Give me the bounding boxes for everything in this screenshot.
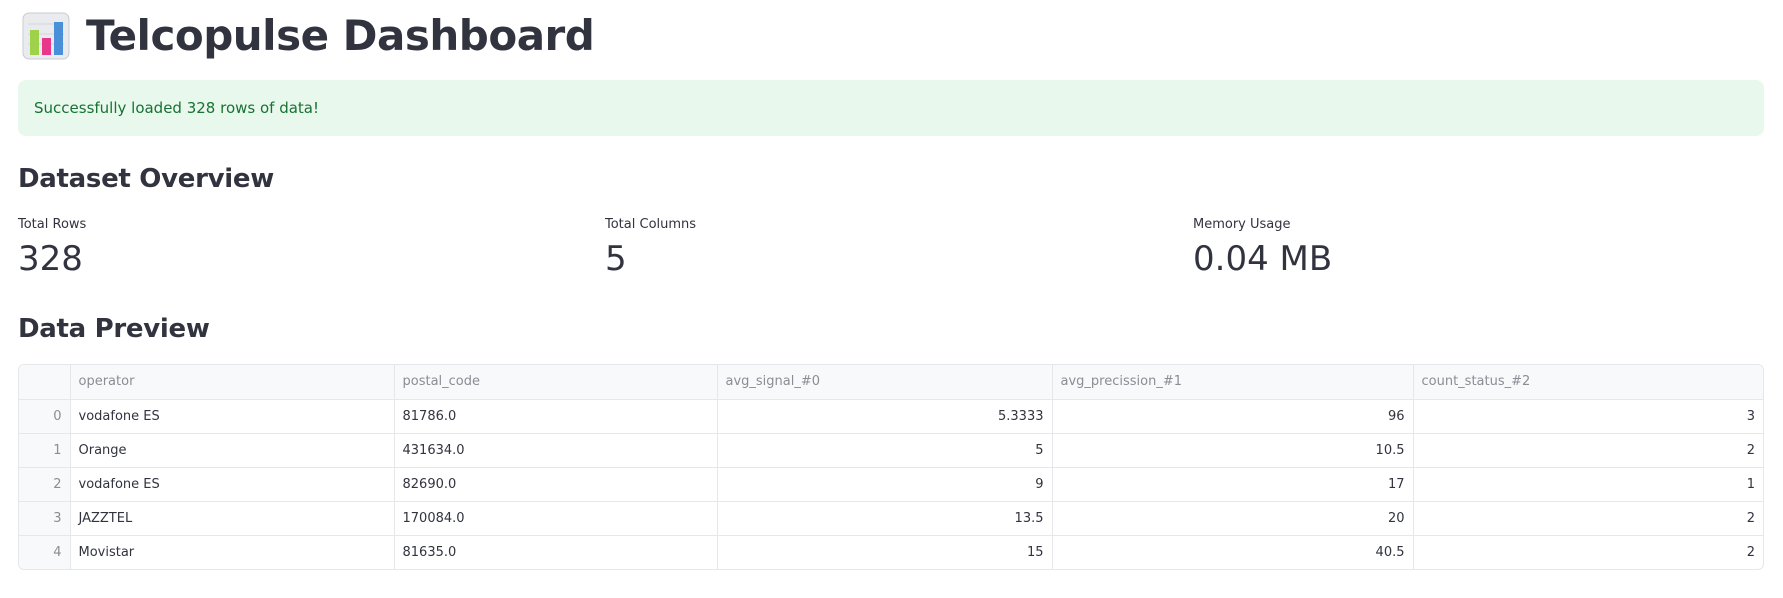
avg-precission-cell[interactable]: 20 <box>1052 501 1414 536</box>
column-header-count-status[interactable]: count_status_#2 <box>1413 365 1763 400</box>
count-status-cell[interactable]: 2 <box>1413 535 1763 569</box>
count-status-cell[interactable]: 3 <box>1413 399 1763 434</box>
row-index-cell[interactable]: 0 <box>19 399 71 434</box>
metric-label: Total Rows <box>18 217 87 232</box>
column-header-avg-precission[interactable]: avg_precission_#1 <box>1052 365 1414 400</box>
postal-code-cell[interactable]: 170084.0 <box>394 501 718 536</box>
row-index-cell[interactable]: 3 <box>19 501 71 536</box>
metric-value: 0.04 MB <box>1193 239 1333 279</box>
avg-signal-cell[interactable]: 5.3333 <box>717 399 1053 434</box>
count-status-cell[interactable]: 2 <box>1413 433 1763 468</box>
operator-cell[interactable]: vodafone ES <box>70 399 395 434</box>
operator-cell[interactable]: Orange <box>70 433 395 468</box>
operator-cell[interactable]: Movistar <box>70 535 395 569</box>
dashboard-page: Telcopulse Dashboard Successfully loaded… <box>0 0 1783 598</box>
metric-value: 5 <box>605 239 627 279</box>
metric-label: Total Columns <box>605 217 697 232</box>
bar-chart-icon <box>22 12 70 60</box>
success-alert: Successfully loaded 328 rows of data! <box>18 80 1764 136</box>
avg-precission-cell[interactable]: 17 <box>1052 467 1414 502</box>
postal-code-cell[interactable]: 82690.0 <box>394 467 718 502</box>
avg-signal-cell[interactable]: 13.5 <box>717 501 1053 536</box>
postal-code-cell[interactable]: 81635.0 <box>394 535 718 569</box>
metric-value: 328 <box>18 239 83 279</box>
table-header-row: operator postal_code avg_signal_#0 avg_p… <box>19 365 1763 400</box>
postal-code-cell[interactable]: 431634.0 <box>394 433 718 468</box>
row-index-cell[interactable]: 1 <box>19 433 71 468</box>
column-header-postal-code[interactable]: postal_code <box>394 365 718 400</box>
column-header-operator[interactable]: operator <box>70 365 395 400</box>
operator-cell[interactable]: vodafone ES <box>70 467 395 502</box>
column-header-avg-signal[interactable]: avg_signal_#0 <box>717 365 1053 400</box>
page-title: Telcopulse Dashboard <box>86 11 595 60</box>
title-row: Telcopulse Dashboard <box>22 11 595 60</box>
table-row: 3 JAZZTEL 170084.0 13.5 20 2 <box>19 501 1763 536</box>
table-row: 0 vodafone ES 81786.0 5.3333 96 3 <box>19 399 1763 434</box>
table-row: 2 vodafone ES 82690.0 9 17 1 <box>19 467 1763 502</box>
success-alert-message: Successfully loaded 328 rows of data! <box>34 99 320 117</box>
data-preview-heading: Data Preview <box>18 314 210 344</box>
metric-label: Memory Usage <box>1193 217 1291 232</box>
metric-memory-usage: Memory Usage 0.04 MB <box>1193 216 1332 282</box>
metric-total-columns: Total Columns 5 <box>605 216 696 282</box>
postal-code-cell[interactable]: 81786.0 <box>394 399 718 434</box>
operator-cell[interactable]: JAZZTEL <box>70 501 395 536</box>
avg-precission-cell[interactable]: 10.5 <box>1052 433 1414 468</box>
column-header-index[interactable] <box>19 365 71 400</box>
count-status-cell[interactable]: 2 <box>1413 501 1763 536</box>
avg-precission-cell[interactable]: 40.5 <box>1052 535 1414 569</box>
avg-precission-cell[interactable]: 96 <box>1052 399 1414 434</box>
avg-signal-cell[interactable]: 5 <box>717 433 1053 468</box>
row-index-cell[interactable]: 4 <box>19 535 71 569</box>
table-row: 4 Movistar 81635.0 15 40.5 2 <box>19 535 1763 569</box>
metric-total-rows: Total Rows 328 <box>18 216 86 282</box>
count-status-cell[interactable]: 1 <box>1413 467 1763 502</box>
avg-signal-cell[interactable]: 15 <box>717 535 1053 569</box>
table-row: 1 Orange 431634.0 5 10.5 2 <box>19 433 1763 468</box>
dataset-overview-heading: Dataset Overview <box>18 164 274 194</box>
data-preview-table[interactable]: operator postal_code avg_signal_#0 avg_p… <box>18 364 1764 570</box>
row-index-cell[interactable]: 2 <box>19 467 71 502</box>
avg-signal-cell[interactable]: 9 <box>717 467 1053 502</box>
